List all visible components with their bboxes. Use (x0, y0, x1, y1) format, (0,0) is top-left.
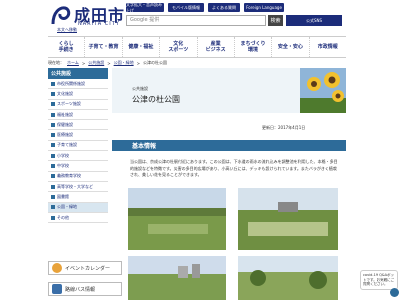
nav-item-safety[interactable]: 安全・安心 (272, 37, 310, 57)
sidebar-item-label: 小学校 (57, 152, 69, 158)
bullet-icon (51, 174, 55, 179)
bullet-icon (51, 112, 55, 117)
site-search-input[interactable]: Google 提供 (126, 15, 266, 26)
breadcrumb: 現在地： ホーム > 公共施設 > 公園・緑地 > 公津の杜公園 (48, 59, 348, 67)
sidebar-item[interactable]: 子育て施設 (48, 140, 108, 152)
updated-date: 更新日：2017年4月1日 (262, 125, 306, 130)
sidebar-item-label: 福祉施設 (57, 111, 73, 117)
skip-to-content-link[interactable]: 本文へ移動 (57, 27, 77, 33)
event-calendar-banner[interactable]: イベントカレンダー (48, 261, 122, 275)
global-nav: くらし 手続き 子育て・教育 健康・福祉 文化 スポーツ 産業 ビジネス まちづ… (48, 36, 346, 58)
sidebar-item-label: その他 (57, 214, 69, 220)
text-size-speech-button[interactable]: 文字拡大・音声読み上げ (126, 2, 164, 13)
sidebar: 公共施設 市役所関係施設 文化施設 スポーツ施設 福祉施設 保健施設 医療施設 … (48, 68, 108, 224)
mobile-info-button[interactable]: モバイル版情報 (168, 3, 204, 12)
sidebar-item[interactable]: 医療施設 (48, 130, 108, 141)
sidebar-item[interactable]: 文化施設 (48, 89, 108, 100)
bullet-icon (51, 184, 55, 189)
faq-button[interactable]: よくある質問 (208, 3, 240, 12)
bullet-icon (51, 215, 55, 220)
nav-item-childcare-education[interactable]: 子育て・教育 (85, 37, 123, 57)
section-heading-basic-info: 基本情報 (112, 140, 346, 151)
page-title: 公津の杜公園 (132, 95, 180, 104)
sidebar-item-label: 医療施設 (57, 132, 73, 138)
bullet-icon (51, 133, 55, 138)
bus-route-banner[interactable]: 路線バス情報 (48, 282, 122, 296)
site-header: 成田市 NARITA CITY 本文へ移動 文字拡大・音声読み上げ モバイル版情… (0, 0, 400, 36)
bullet-icon (51, 122, 55, 127)
park-photo-4 (238, 256, 338, 300)
park-photo-1 (128, 188, 226, 250)
site-logo-subtitle: NARITA CITY (78, 21, 120, 27)
sidebar-item[interactable]: 高等学校・大学など (48, 181, 108, 193)
nav-item-town-environment[interactable]: まちづくり 環境 (235, 37, 273, 57)
sidebar-item-label: 文化施設 (57, 90, 73, 96)
bullet-icon (51, 91, 55, 96)
banner-label: 路線バス情報 (65, 286, 96, 293)
sidebar-item-label: 高等学校・大学など (57, 183, 93, 189)
sidebar-item-label: 義務教育学校 (57, 173, 81, 179)
official-sns-button[interactable]: 公式SNS (286, 15, 342, 26)
park-description: 当公園は、京成公津の杜駅付近にあります。この公園は、下水道の雨水の流れ込みを調整… (130, 159, 338, 177)
bullet-icon (51, 164, 55, 169)
calendar-icon (52, 263, 62, 273)
sidebar-item[interactable]: 図書館 (48, 192, 108, 203)
bus-icon (52, 284, 62, 294)
city-emblem-icon (51, 6, 71, 25)
bullet-icon (51, 205, 55, 210)
sidebar-item-active[interactable]: 公園・緑地 (48, 202, 108, 213)
breadcrumb-public-facilities[interactable]: 公共施設 (88, 60, 104, 66)
nav-item-city-info[interactable]: 市政情報 (310, 37, 346, 57)
breadcrumb-prefix: 現在地： (48, 60, 64, 65)
breadcrumb-separator: > (81, 60, 86, 66)
page: { "header": { "logo_text": "成田市", "logo_… (0, 0, 400, 300)
bullet-icon (51, 102, 55, 107)
sidebar-item[interactable]: 保健施設 (48, 120, 108, 131)
foreign-language-button[interactable]: Foreign Language (244, 3, 284, 12)
sidebar-item-label: 市役所関係施設 (57, 80, 85, 86)
breadcrumb-parks[interactable]: 公園・緑地 (114, 60, 134, 66)
bullet-icon (51, 143, 55, 148)
page-category: 公共施設 (132, 86, 148, 91)
nav-item-culture-sports[interactable]: 文化 スポーツ (160, 37, 198, 57)
sidebar-item-label: 保健施設 (57, 121, 73, 127)
banner-label: イベントカレンダー (65, 265, 111, 272)
park-photo-3 (128, 256, 226, 300)
bullet-icon (51, 153, 55, 158)
sidebar-item-label: 公園・緑地 (57, 204, 77, 210)
park-photo-2 (238, 188, 338, 250)
nav-item-living[interactable]: くらし 手続き (48, 37, 86, 57)
breadcrumb-current: 公津の杜公園 (142, 60, 167, 65)
sidebar-item[interactable]: 市役所関係施設 (48, 79, 108, 90)
search-button[interactable]: 検索 (268, 15, 283, 26)
bullet-icon (51, 81, 55, 86)
sidebar-item[interactable]: 小学校 (48, 151, 108, 162)
bullet-icon (51, 194, 55, 199)
sidebar-heading: 公共施設 (48, 68, 108, 79)
chatbot-avatar-icon[interactable] (390, 288, 399, 297)
sidebar-item-label: 図書館 (57, 193, 69, 199)
sidebar-item[interactable]: 福祉施設 (48, 109, 108, 121)
sidebar-item-label: 中学校 (57, 163, 69, 169)
sidebar-item[interactable]: スポーツ施設 (48, 99, 108, 110)
nav-item-industry-business[interactable]: 産業 ビジネス (198, 37, 235, 57)
sidebar-item-label: 子育て施設 (57, 142, 77, 148)
breadcrumb-home[interactable]: ホーム (67, 60, 79, 66)
nav-item-health-welfare[interactable]: 健康・福祉 (123, 37, 161, 57)
sidebar-item-label: スポーツ施設 (57, 101, 81, 107)
breadcrumb-separator: > (136, 60, 140, 66)
sidebar-item[interactable]: 中学校 (48, 161, 108, 172)
chatbot-bubble[interactable]: covid-19 Q&Aボットです。お気軽にご質問ください。 (360, 270, 398, 290)
sidebar-item[interactable]: 義務教育学校 (48, 171, 108, 182)
breadcrumb-separator: > (107, 60, 111, 66)
sunflower-image (300, 68, 346, 113)
sidebar-item[interactable]: その他 (48, 212, 108, 224)
